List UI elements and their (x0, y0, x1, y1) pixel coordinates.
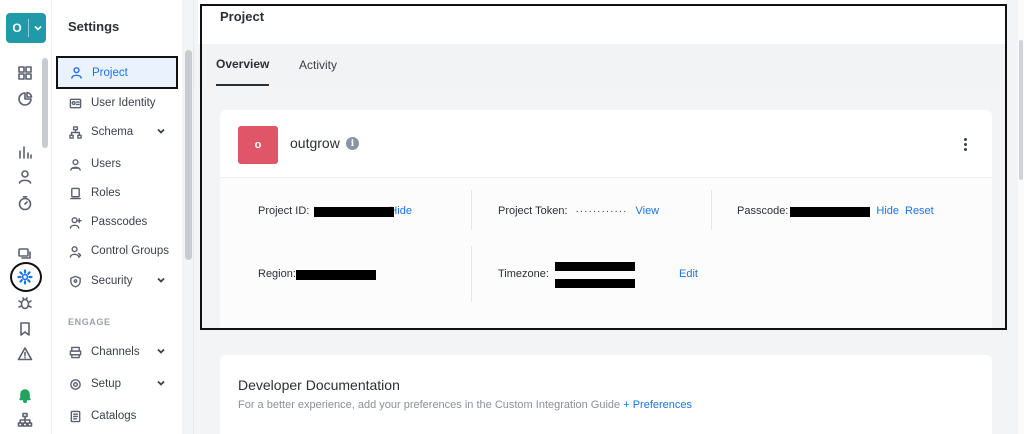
bar-chart-icon[interactable] (15, 142, 35, 162)
control-group-icon (67, 243, 83, 259)
nav-item-label: Users (91, 158, 122, 170)
bookmark-icon[interactable] (15, 319, 35, 339)
project-avatar: o (238, 126, 278, 164)
icon-rail: O (0, 0, 52, 434)
nav-item-passcodes[interactable]: Passcodes (57, 209, 177, 235)
region-field: Region: (258, 268, 296, 280)
nav-item-label: User Identity (91, 97, 156, 109)
chevron-down-icon (155, 274, 167, 286)
roles-badge-icon (67, 185, 83, 201)
docs-subtitle-text: For a better experience, add your prefer… (238, 399, 621, 411)
project-card-header: o outgrow i (220, 110, 992, 178)
workspace-switcher[interactable]: O (6, 13, 46, 43)
column-divider (471, 190, 472, 230)
nav-scrollbar-thumb[interactable] (185, 50, 192, 260)
settings-nav: Settings Project User Identity Schema Us… (53, 0, 182, 434)
nav-item-project[interactable]: Project (56, 56, 178, 89)
nav-item-label: Control Groups (91, 245, 169, 257)
settings-gear-icon[interactable] (15, 267, 35, 287)
app: O Settings Project User Identity Schema … (0, 0, 1024, 434)
passcode-hide-link[interactable]: Hide (876, 205, 899, 217)
chevron-down-icon (155, 125, 167, 137)
project-card: o outgrow i Project ID: Hide Project Tok… (220, 110, 992, 330)
project-token-mask: ············ (575, 205, 628, 217)
redaction-bar (314, 207, 394, 217)
timezone-label: Timezone: (498, 268, 549, 280)
column-divider (471, 246, 472, 302)
passcode-reset-link[interactable]: Reset (905, 205, 934, 217)
preferences-link[interactable]: + Preferences (623, 399, 692, 411)
timezone-edit-link[interactable]: Edit (679, 268, 698, 280)
page-header: Project (198, 0, 1006, 44)
region-label: Region: (258, 268, 296, 280)
nav-item-label: Setup (91, 378, 122, 390)
schema-tree-icon (67, 124, 83, 140)
nav-item-label: Security (91, 275, 133, 287)
nav-item-catalogs[interactable]: Catalogs (57, 403, 177, 429)
notification-bell-icon[interactable] (15, 385, 35, 405)
redaction-bar (296, 270, 376, 280)
nav-item-roles[interactable]: Roles (57, 180, 177, 206)
dashboard-icon[interactable] (15, 63, 35, 83)
nav-item-user-identity[interactable]: User Identity (57, 90, 177, 116)
nav-item-schema[interactable]: Schema (57, 119, 177, 145)
users-icon (67, 156, 83, 172)
more-options-icon[interactable] (957, 136, 973, 152)
redaction-bar (790, 207, 870, 217)
nav-item-users[interactable]: Users (57, 151, 177, 177)
nav-item-label: Project (92, 66, 128, 79)
warning-icon[interactable] (15, 344, 35, 364)
chevron-down-icon (155, 345, 167, 357)
info-icon[interactable]: i (346, 137, 359, 150)
column-divider (711, 190, 712, 230)
messages-icon[interactable] (15, 244, 35, 264)
workspace-letter: O (12, 21, 22, 35)
chevron-down-icon (155, 377, 167, 389)
project-details: Project ID: Hide Project Token: ········… (220, 178, 992, 330)
passcode-label: Passcode: (737, 205, 789, 217)
timer-icon[interactable] (15, 193, 35, 213)
timezone-field: Timezone: (498, 268, 549, 280)
bug-icon[interactable] (15, 293, 35, 313)
person-icon (68, 65, 84, 81)
nav-item-control-groups[interactable]: Control Groups (57, 238, 177, 264)
nav-item-label: Catalogs (91, 410, 137, 422)
tab-activity[interactable]: Activity (299, 44, 337, 86)
project-token-field: Project Token: ············ View (498, 205, 659, 217)
docs-subtitle: For a better experience, add your prefer… (238, 399, 692, 411)
rail-scrollbar[interactable] (42, 58, 48, 148)
nav-item-label: Roles (91, 187, 121, 199)
id-card-icon (67, 95, 83, 111)
org-hierarchy-icon[interactable] (15, 410, 35, 430)
nav-item-label: Channels (91, 346, 140, 358)
tab-overview[interactable]: Overview (216, 44, 270, 86)
users-icon[interactable] (15, 167, 35, 187)
passcode-user-icon (67, 214, 83, 230)
main-scrollbar-thumb[interactable] (1019, 40, 1023, 180)
nav-section-engage: ENGAGE (68, 317, 111, 327)
project-token-label: Project Token: (498, 205, 568, 217)
project-name: outgrow (290, 135, 340, 151)
shield-icon (67, 273, 83, 289)
project-id-label: Project ID: (258, 205, 310, 217)
redaction-bar (555, 279, 635, 288)
nav-title: Settings (68, 19, 120, 34)
project-token-view-link[interactable]: View (635, 205, 659, 217)
page-title: Project (220, 9, 265, 24)
nav-item-label: Passcodes (91, 216, 148, 228)
timezone-edit: Edit (679, 268, 698, 280)
catalog-icon (67, 408, 83, 424)
developer-docs-card: Developer Documentation For a better exp… (220, 355, 992, 434)
nav-item-channels[interactable]: Channels (57, 339, 177, 365)
tab-bar: Overview Activity (198, 44, 1006, 86)
gear-icon (67, 376, 83, 392)
redaction-bar (555, 262, 635, 271)
nav-item-label: Schema (91, 126, 134, 138)
nav-item-security[interactable]: Security (57, 268, 177, 294)
chevron-down-icon (29, 23, 46, 33)
docs-title: Developer Documentation (238, 377, 400, 393)
channels-icon (67, 344, 83, 360)
analytics-pie-icon[interactable] (15, 89, 35, 109)
nav-item-setup[interactable]: Setup (57, 371, 177, 397)
